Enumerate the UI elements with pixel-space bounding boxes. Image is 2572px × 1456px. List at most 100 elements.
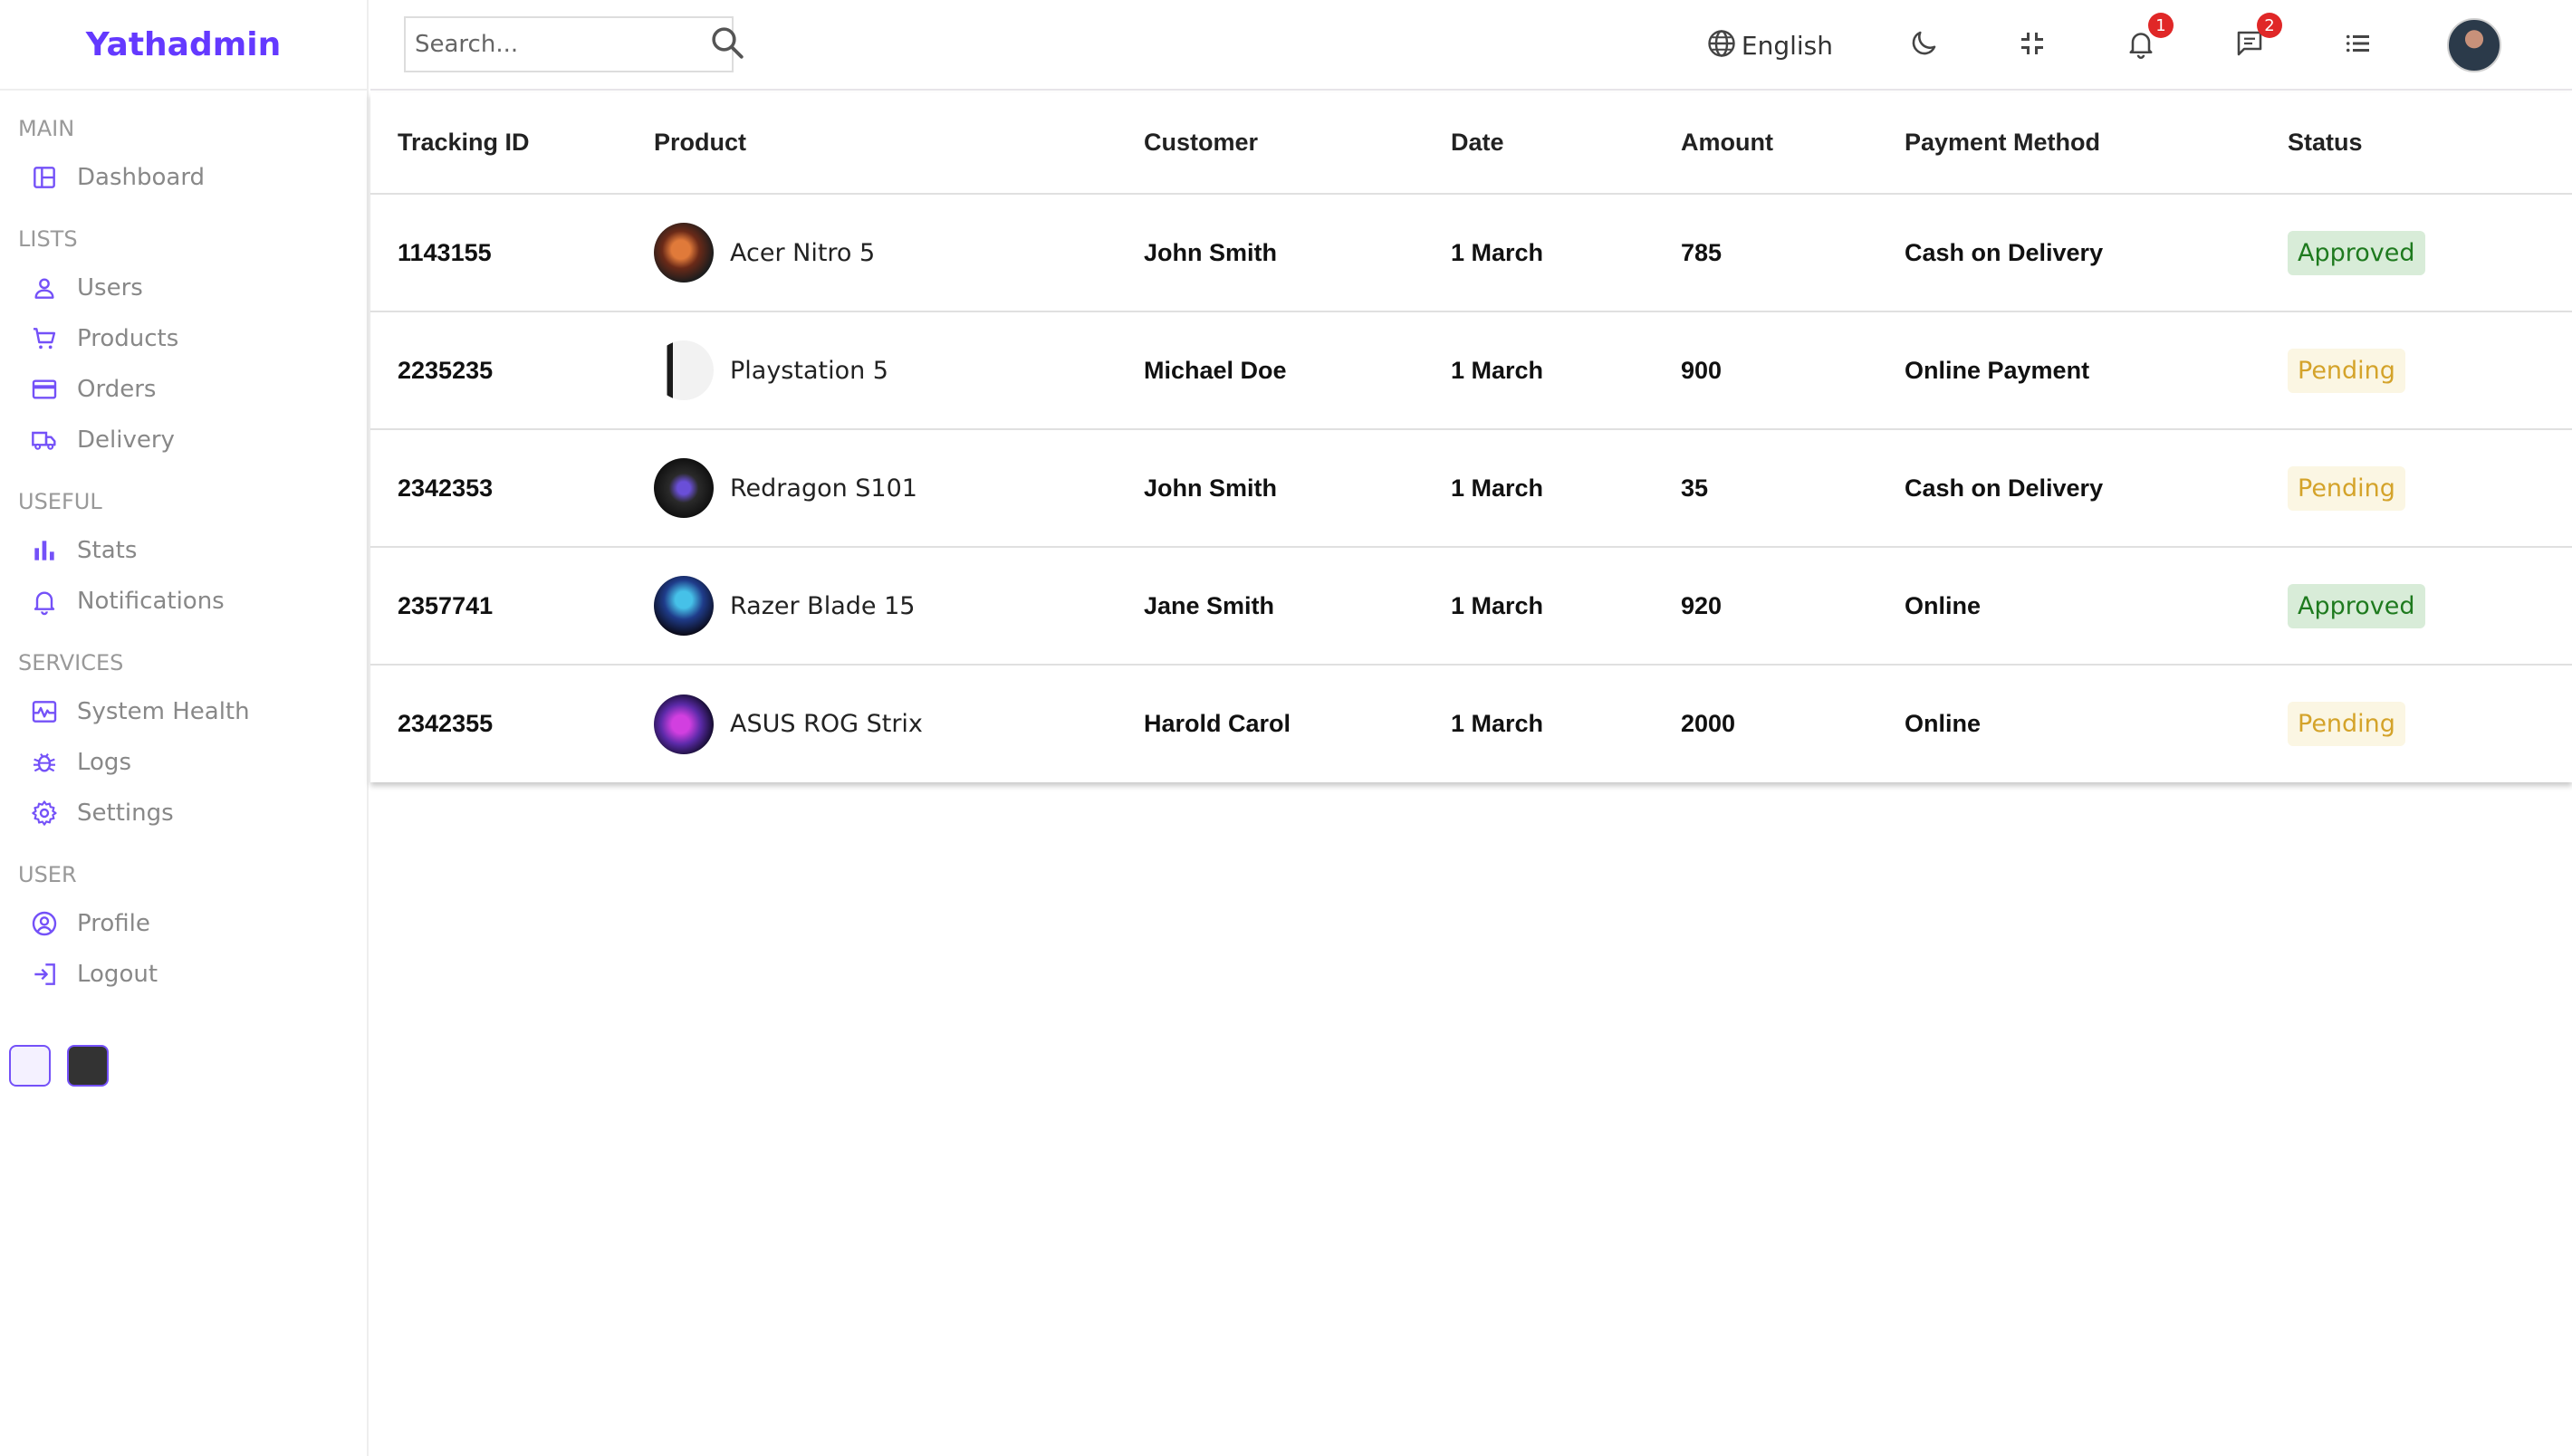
search-input[interactable] [415,31,708,58]
list-menu-button[interactable] [2342,27,2375,63]
cell-tracking-id: 1143155 [370,194,654,312]
cell-tracking-id: 2342353 [370,429,654,548]
nav-section-title: MAIN [18,116,75,141]
cart-icon [29,323,60,354]
table-row[interactable]: 2235235 Playstation 5 Michael Doe 1 March 90… [370,311,2572,430]
header-customer: Customer [1144,92,1451,195]
status-badge: Approved [2288,583,2425,628]
nav-section-main: MAIN Dashboard [18,116,367,203]
cell-payment-method: Online [1905,547,2288,666]
cell-date: 1 March [1451,710,1544,737]
gear-icon [29,798,60,829]
notifications-button[interactable]: 1 [2125,13,2174,63]
product-image [654,694,714,754]
sidebar-item-label: Orders [77,376,157,403]
cell-status: Pending [2288,311,2572,430]
logo-area: Yathadmin [0,0,367,91]
fullscreen-toggle[interactable] [2016,27,2049,63]
cell-product: Redragon S101 [654,429,1144,548]
sidebar-item-label: System Health [77,698,250,725]
cell-tracking-id: 2235235 [370,311,654,430]
user-icon [29,273,60,303]
dark-mode-toggle[interactable] [1907,27,1940,63]
cell-product: Playstation 5 [654,311,1144,430]
sidebar-item-settings[interactable]: Settings [18,788,367,838]
truck-icon [29,425,60,455]
product-name: Acer Nitro 5 [730,238,876,267]
search-icon[interactable] [708,24,746,65]
sidebar-item-system-health[interactable]: System Health [18,686,367,737]
sidebar-item-profile[interactable]: Profile [18,898,367,949]
status-badge: Pending [2288,348,2405,393]
sidebar-item-logout[interactable]: Logout [18,949,367,1000]
avatar [2447,18,2501,72]
search-box [404,16,744,72]
table-row[interactable]: 2342355 ASUS ROG Strix Harold Carol 1 March… [370,665,2572,782]
nav-section-services: SERVICES System Health Logs Settings [18,650,367,838]
user-avatar-button[interactable] [2447,18,2501,72]
cell-date: 1 March [1451,194,1681,312]
messages-button[interactable]: 2 [2233,13,2282,63]
fullscreen-exit-icon [2016,27,2049,63]
nav-section-user: USER Profile Logout [18,862,367,1000]
nav-section-title: USER [18,862,77,887]
light-theme-option[interactable] [9,1045,51,1087]
bug-icon [29,747,60,778]
credit-card-icon [29,374,60,405]
sidebar-item-orders[interactable]: Orders [18,364,367,415]
table-row[interactable]: 2357741 Razer Blade 15 Jane Smith 1 March 92… [370,547,2572,666]
sidebar-item-label: Products [77,325,179,352]
cell-payment-method: Cash on Delivery [1905,429,2288,548]
header-status: Status [2288,92,2572,195]
table-row[interactable]: 2342353 Redragon S101 John Smith 1 March 35 C… [370,429,2572,548]
cell-date: 1 March [1451,547,1681,666]
sidebar-item-notifications[interactable]: Notifications [18,576,367,627]
sidebar-item-label: Logs [77,749,131,776]
nav-section-title: SERVICES [18,650,124,675]
dark-theme-option[interactable] [67,1045,109,1087]
cell-customer: Harold Carol [1144,710,1291,737]
sidebar-nav: MAIN Dashboard LISTS Users Products Orders Del… [0,91,367,1000]
cell-customer: John Smith [1144,429,1451,548]
sidebar-item-delivery[interactable]: Delivery [18,415,367,465]
sidebar-item-label: Notifications [77,588,225,615]
cell-customer: Jane Smith [1144,547,1451,666]
cell-payment-method: Online [1905,710,1982,737]
cell-payment-method: Cash on Delivery [1905,194,2288,312]
sidebar-item-label: Stats [77,537,138,564]
list-icon [2342,27,2375,63]
bar-chart-icon [29,535,60,566]
app-logo[interactable]: Yathadmin [86,26,281,63]
cell-status: Approved [2288,194,2572,312]
cell-product: ASUS ROG Strix [654,665,1144,782]
header-amount: Amount [1681,92,1905,195]
cell-product: Razer Blade 15 [654,547,1144,666]
product-image [654,340,714,400]
topbar: English 1 2 [370,0,2572,91]
sidebar: Yathadmin MAIN Dashboard LISTS Users Product… [0,0,369,1456]
product-name: Playstation 5 [730,356,888,385]
language-selector[interactable]: English [1705,27,1833,63]
sidebar-item-stats[interactable]: Stats [18,525,367,576]
logout-icon [29,959,60,990]
nav-section-useful: USEFUL Stats Notifications [18,489,367,627]
cell-product: Acer Nitro 5 [654,194,1144,312]
sidebar-item-products[interactable]: Products [18,313,367,364]
sidebar-item-users[interactable]: Users [18,263,367,313]
sidebar-item-dashboard[interactable]: Dashboard [18,152,367,203]
product-cell: ASUS ROG Strix [654,694,1144,754]
language-label: English [1741,30,1833,61]
status-badge: Pending [2288,702,2405,746]
cell-customer: Michael Doe [1144,311,1451,430]
sidebar-item-label: Users [77,274,143,302]
cell-amount: 920 [1681,547,1905,666]
dashboard-icon [29,162,60,193]
table-row[interactable]: 1143155 Acer Nitro 5 John Smith 1 March 785 C… [370,194,2572,312]
product-cell: Redragon S101 [654,458,1144,518]
sidebar-item-logs[interactable]: Logs [18,737,367,788]
header-payment-method: Payment Method [1905,92,2288,195]
bell-icon [29,586,60,617]
product-cell: Playstation 5 [654,340,1144,400]
product-cell: Razer Blade 15 [654,576,1144,636]
cell-tracking-id: 2357741 [370,547,654,666]
